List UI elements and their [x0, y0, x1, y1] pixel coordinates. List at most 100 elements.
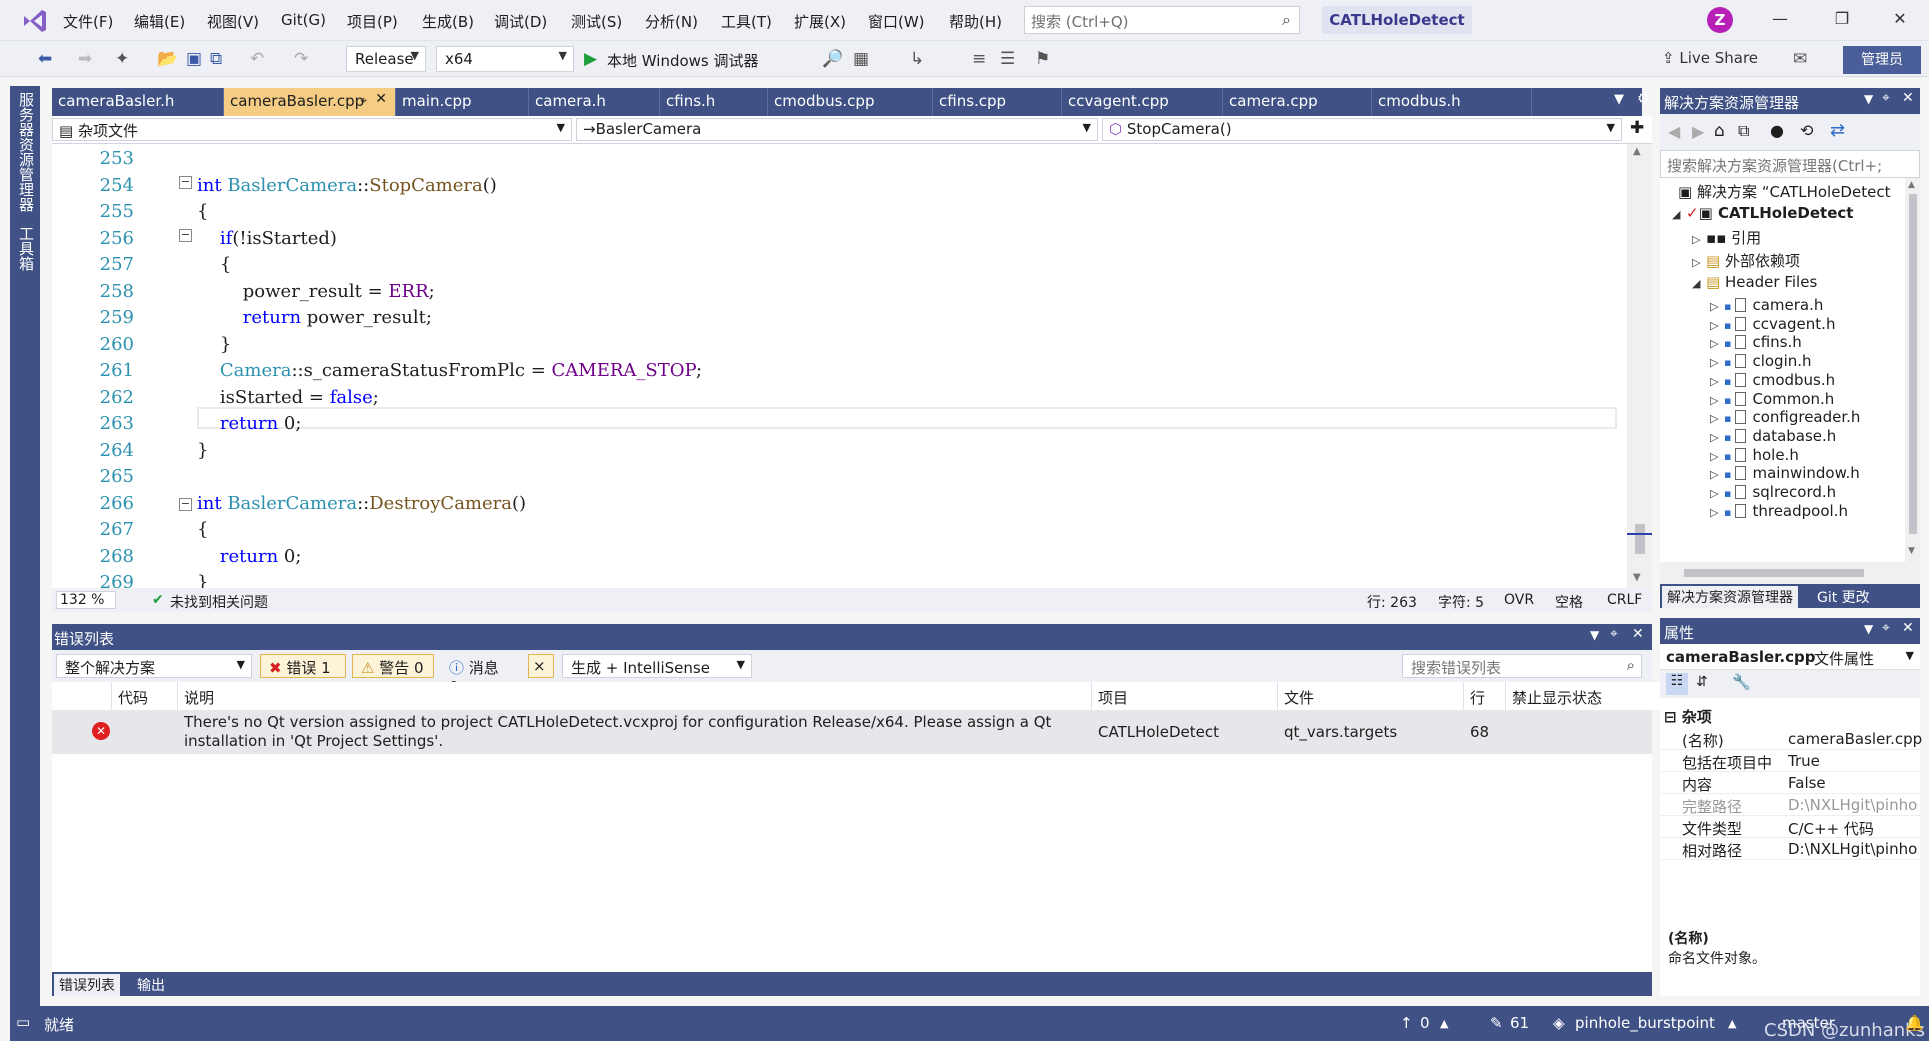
- redo-icon[interactable]: ↷: [294, 49, 308, 69]
- undo-icon[interactable]: ↶: [250, 49, 264, 69]
- menu-help[interactable]: 帮助(H): [949, 11, 1002, 32]
- pin-icon[interactable]: ⌖: [1882, 620, 1890, 636]
- property-row[interactable]: 内容 False: [1660, 772, 1920, 794]
- scope-select[interactable]: ▤ 杂项文件 ▼: [52, 118, 572, 141]
- categorized-icon[interactable]: ☷: [1666, 673, 1688, 695]
- home-icon[interactable]: ⌂: [1714, 121, 1725, 141]
- tab-cmodbus-h[interactable]: cmodbus.h: [1372, 88, 1532, 116]
- code-line[interactable]: {: [197, 201, 208, 222]
- zoom-select[interactable]: 132 %: [56, 591, 116, 609]
- column-header-project[interactable]: 项目: [1092, 682, 1278, 710]
- push-icon[interactable]: ↑: [1400, 1014, 1413, 1032]
- close-icon[interactable]: ✕: [1632, 626, 1644, 642]
- property-row[interactable]: 文件类型 C/C++ 代码: [1660, 816, 1920, 838]
- tab-cfins-cpp[interactable]: cfins.cpp: [933, 88, 1062, 116]
- project-node[interactable]: ◢ ✓▣ CATLHoleDetect: [1672, 204, 1853, 222]
- menu-view[interactable]: 视图(V): [207, 11, 259, 32]
- tree-item-file[interactable]: ▷ ▪ ccvagent.h: [1710, 315, 1835, 333]
- scroll-thumb[interactable]: [1909, 194, 1917, 534]
- column-header-code[interactable]: 代码: [112, 682, 178, 710]
- code-line[interactable]: return 0;: [197, 413, 302, 434]
- tab-cmodbus-cpp[interactable]: cmodbus.cpp: [768, 88, 933, 116]
- tree-item-external-deps[interactable]: ▷ ▤ 外部依赖项: [1692, 250, 1800, 271]
- menu-window[interactable]: 窗口(W): [868, 11, 925, 32]
- tab-camera-h[interactable]: camera.h: [529, 88, 660, 116]
- feedback-icon[interactable]: ✉: [1793, 49, 1807, 69]
- menu-debug[interactable]: 调试(D): [494, 11, 547, 32]
- property-row[interactable]: (名称) cameraBasler.cpp: [1660, 728, 1922, 750]
- fold-toggle[interactable]: −: [179, 229, 192, 242]
- tab-main-cpp[interactable]: main.cpp: [396, 88, 529, 116]
- class-select[interactable]: →BaslerCamera ▼: [576, 118, 1098, 141]
- property-row[interactable]: 包括在项目中 True: [1660, 750, 1920, 772]
- code-line[interactable]: int BaslerCamera::DestroyCamera(): [197, 493, 526, 514]
- tree-item-file[interactable]: ▷ ▪ Common.h: [1710, 390, 1834, 408]
- code-line[interactable]: {: [197, 519, 208, 540]
- close-icon[interactable]: ✕: [1902, 620, 1914, 636]
- tab-error-list[interactable]: 错误列表: [54, 974, 120, 996]
- chevron-down-icon[interactable]: ▼: [1590, 628, 1599, 642]
- menu-project[interactable]: 项目(P): [347, 11, 398, 32]
- scroll-thumb[interactable]: [1635, 524, 1645, 554]
- close-icon[interactable]: ✕: [1902, 90, 1914, 106]
- forward-icon[interactable]: ▶: [1692, 122, 1704, 141]
- tree-item-references[interactable]: ▷ ▪▪ 引用: [1692, 227, 1761, 248]
- errors-filter-button[interactable]: ✖ 错误 1: [260, 654, 346, 678]
- messages-filter-button[interactable]: ⓘ 消息 0: [440, 654, 520, 696]
- scroll-down-icon[interactable]: ▼: [1633, 572, 1641, 583]
- alphabetical-icon[interactable]: ⇵: [1696, 674, 1708, 690]
- menu-git[interactable]: Git(G): [281, 11, 326, 29]
- pin-icon[interactable]: ⌖: [1882, 90, 1890, 106]
- column-header-suppression[interactable]: 禁止显示状态: [1506, 682, 1662, 710]
- scope-filter-select[interactable]: 整个解决方案 ▼: [56, 654, 252, 678]
- column-header-file[interactable]: 文件: [1278, 682, 1464, 710]
- tab-camerabasler-cpp[interactable]: cameraBasler.cpp ⌖ ✕: [224, 88, 396, 116]
- tree-item-header-files[interactable]: ◢ ▤ Header Files: [1692, 273, 1817, 291]
- code-line[interactable]: Camera::s_cameraStatusFromPlc = CAMERA_S…: [197, 360, 702, 381]
- solution-hscrollbar[interactable]: [1660, 562, 1920, 584]
- tab-solution-explorer[interactable]: 解决方案资源管理器: [1662, 586, 1798, 608]
- tab-ccvagent-cpp[interactable]: ccvagent.cpp: [1062, 88, 1223, 116]
- tree-item-file[interactable]: ▷ ▪ hole.h: [1710, 446, 1799, 464]
- chevron-down-icon[interactable]: ▼: [1864, 92, 1873, 106]
- code-line[interactable]: }: [197, 440, 208, 461]
- tab-cfins-h[interactable]: cfins.h: [660, 88, 768, 116]
- admin-badge[interactable]: 管理员: [1843, 46, 1921, 74]
- screenshot-icon[interactable]: ▦: [853, 49, 869, 69]
- changes-count[interactable]: 61: [1510, 1014, 1529, 1032]
- code-line[interactable]: return 0;: [197, 546, 302, 567]
- table-row[interactable]: ✕ There's no Qt version assigned to proj…: [52, 710, 1652, 754]
- property-section[interactable]: ⊟ 杂项: [1664, 706, 1712, 727]
- tab-camera-cpp[interactable]: camera.cpp: [1223, 88, 1372, 116]
- tree-item-file[interactable]: ▷ ▪ clogin.h: [1710, 352, 1812, 370]
- solution-scrollbar[interactable]: ▲ ▼: [1905, 178, 1920, 562]
- tree-item-file[interactable]: ▷ ▪ cmodbus.h: [1710, 371, 1835, 389]
- menu-analyze[interactable]: 分析(N): [645, 11, 698, 32]
- comment-icon[interactable]: ≡: [972, 49, 986, 69]
- property-row[interactable]: 完整路径 D:\NXLHgit\pinho: [1660, 794, 1920, 816]
- scroll-up-icon[interactable]: ▲: [1633, 146, 1641, 157]
- split-editor-icon[interactable]: ✚: [1630, 118, 1644, 138]
- scroll-up-icon[interactable]: ▲: [1908, 180, 1915, 190]
- close-icon[interactable]: ✕: [1885, 9, 1915, 28]
- tab-camerabasler-h[interactable]: cameraBasler.h: [52, 88, 224, 116]
- pencil-icon[interactable]: ✎: [1490, 1014, 1503, 1032]
- tree-item-file[interactable]: ▷ ▪ sqlrecord.h: [1710, 483, 1836, 501]
- scroll-thumb[interactable]: [1684, 569, 1864, 577]
- restore-icon[interactable]: ❐: [1827, 9, 1857, 28]
- code-line[interactable]: power_result = ERR;: [197, 281, 435, 302]
- uncomment-icon[interactable]: ☰: [1000, 49, 1015, 69]
- tree-item-file[interactable]: ▷ ▪ mainwindow.h: [1710, 464, 1860, 482]
- scroll-down-icon[interactable]: ▼: [1908, 546, 1915, 556]
- code-editor[interactable]: 253 254 int BaslerCamera::StopCamera() 255{…: [52, 144, 1627, 588]
- fold-toggle[interactable]: −: [179, 176, 192, 189]
- editor-scrollbar[interactable]: ▲ ▼: [1627, 144, 1652, 588]
- forward-icon[interactable]: ➡: [78, 49, 92, 69]
- open-folder-icon[interactable]: 📂: [157, 49, 178, 69]
- notification-icon[interactable]: 🔔: [1905, 1014, 1924, 1032]
- menu-build[interactable]: 生成(B): [422, 11, 474, 32]
- menu-test[interactable]: 测试(S): [571, 11, 622, 32]
- tree-item-file[interactable]: ▷ ▪ database.h: [1710, 427, 1836, 445]
- new-project-icon[interactable]: ✦: [115, 49, 129, 69]
- close-icon[interactable]: ✕: [375, 91, 387, 107]
